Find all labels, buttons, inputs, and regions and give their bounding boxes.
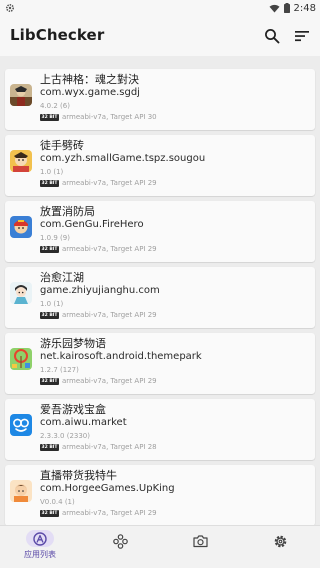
abi-badge: 32 BIT [40, 311, 60, 319]
abi-badge: 32 BIT [40, 179, 60, 187]
app-package: com.wyx.game.sgdj [40, 87, 140, 98]
nav-item-snapshot[interactable] [80, 526, 160, 568]
app-name: 治愈江湖 [40, 271, 84, 284]
app-card[interactable]: 放置消防局 com.GenGu.FireHero 1.0.9 (9) 32 BI… [5, 201, 315, 262]
camera-icon [192, 535, 208, 548]
wifi-icon [269, 4, 280, 12]
app-name: 游乐园梦物语 [40, 337, 106, 350]
app-version: 1.0 (1) [40, 300, 64, 308]
nav-active-indicator [26, 530, 54, 547]
app-icon [10, 84, 32, 106]
app-card[interactable]: 上古神格：魂之對決 com.wyx.game.sgdj 4.0.2 (6) 32… [5, 69, 315, 130]
app-icon [10, 150, 32, 172]
status-bar: 2:48 [0, 0, 320, 16]
app-name: 上古神格：魂之對決 [40, 73, 139, 86]
app-abi-row: 32 BIT armeabi-v7a, Target API 29 [40, 509, 157, 517]
battery-icon [283, 3, 290, 13]
app-version: 1.0 (1) [40, 168, 64, 176]
app-list[interactable]: 上古神格：魂之對決 com.wyx.game.sgdj 4.0.2 (6) 32… [0, 64, 320, 525]
app-abi-row: 32 BIT armeabi-v7a, Target API 29 [40, 311, 157, 319]
app-card[interactable]: 治愈江湖 game.zhiyujianghu.com 1.0 (1) 32 BI… [5, 267, 315, 328]
app-icon [10, 480, 32, 502]
nav-item-camera[interactable] [160, 526, 240, 568]
app-icon [10, 282, 32, 304]
sort-icon [295, 31, 309, 42]
abi-info: armeabi-v7a, Target API 29 [62, 509, 157, 517]
search-button[interactable] [260, 24, 284, 48]
app-version: 4.0.2 (6) [40, 102, 70, 110]
app-name: 直播带货我特牛 [40, 469, 117, 482]
app-abi-row: 32 BIT armeabi-v7a, Target API 30 [40, 113, 157, 121]
app-version: 2.3.3.0 (2330) [40, 432, 90, 440]
app-package: com.HorgeeGames.UpKing [40, 483, 175, 494]
app-title: LibChecker [10, 26, 105, 44]
nav-label-app-list: 应用列表 [24, 550, 56, 559]
app-abi-row: 32 BIT armeabi-v7a, Target API 28 [40, 443, 157, 451]
abi-badge: 32 BIT [40, 377, 60, 385]
abi-badge: 32 BIT [40, 443, 60, 451]
app-version: 1.0.9 (9) [40, 234, 70, 242]
sort-button[interactable] [290, 24, 314, 48]
status-right: 2:48 [269, 1, 316, 15]
app-icon [10, 414, 32, 436]
abi-badge: 32 BIT [40, 509, 60, 517]
bottom-navigation: 应用列表 [0, 525, 320, 568]
snapshot-icon [112, 533, 128, 549]
abi-badge: 32 BIT [40, 245, 60, 253]
app-icon [10, 216, 32, 238]
app-abi-row: 32 BIT armeabi-v7a, Target API 29 [40, 179, 157, 187]
app-package: com.aiwu.market [40, 417, 127, 428]
app-package: com.yzh.smallGame.tspz.sougou [40, 153, 206, 164]
app-version: 1.2.7 (127) [40, 366, 79, 374]
app-card[interactable]: 游乐园梦物语 net.kairosoft.android.themepark 1… [5, 333, 315, 394]
settings-notification-icon [5, 3, 15, 13]
abi-badge: 32 BIT [40, 113, 60, 121]
app-name: 徒手劈砖 [40, 139, 84, 152]
app-card[interactable]: 徒手劈砖 com.yzh.smallGame.tspz.sougou 1.0 (… [5, 135, 315, 196]
app-package: game.zhiyujianghu.com [40, 285, 160, 296]
app-card[interactable]: 爱吾游戏宝盒 com.aiwu.market 2.3.3.0 (2330) 32… [5, 399, 315, 460]
search-icon [265, 29, 280, 44]
app-icon [10, 348, 32, 370]
abi-info: armeabi-v7a, Target API 28 [62, 443, 157, 451]
app-abi-row: 32 BIT armeabi-v7a, Target API 29 [40, 245, 157, 253]
nav-item-app-list[interactable]: 应用列表 [0, 526, 80, 568]
abi-info: armeabi-v7a, Target API 30 [62, 113, 157, 121]
abi-info: armeabi-v7a, Target API 29 [62, 377, 157, 385]
app-bar: LibChecker [0, 16, 320, 56]
app-version: V0.0.4 (1) [40, 498, 75, 506]
nav-item-settings[interactable] [240, 526, 320, 568]
app-name: 放置消防局 [40, 205, 95, 218]
settings-icon [274, 535, 286, 547]
app-package: com.GenGu.FireHero [40, 219, 144, 230]
app-list-icon [33, 531, 47, 546]
app-abi-row: 32 BIT armeabi-v7a, Target API 29 [40, 377, 157, 385]
app-name: 爱吾游戏宝盒 [40, 403, 106, 416]
abi-info: armeabi-v7a, Target API 29 [62, 311, 157, 319]
app-card[interactable]: 直播带货我特牛 com.HorgeeGames.UpKing V0.0.4 (1… [5, 465, 315, 525]
abi-info: armeabi-v7a, Target API 29 [62, 245, 157, 253]
abi-info: armeabi-v7a, Target API 29 [62, 179, 157, 187]
status-time: 2:48 [293, 2, 316, 14]
app-package: net.kairosoft.android.themepark [40, 351, 202, 362]
